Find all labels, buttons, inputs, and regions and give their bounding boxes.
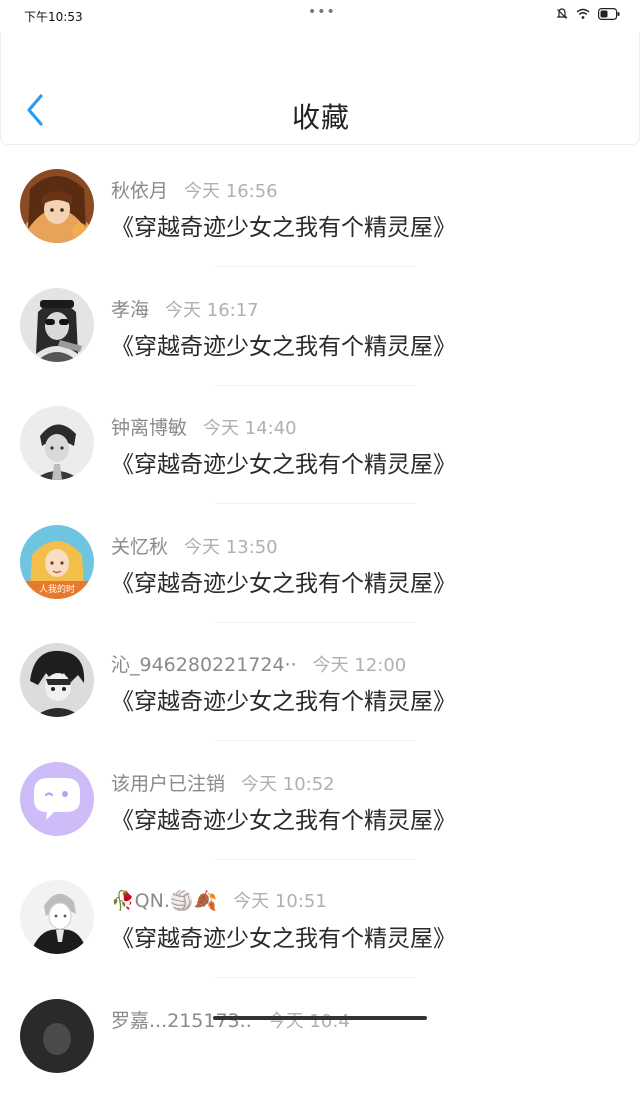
divider	[215, 385, 415, 386]
home-indicator[interactable]	[213, 1016, 427, 1020]
avatar-bw-sketch-icon	[20, 880, 94, 954]
list-item[interactable]: 该用户已注销今天 10:52 《穿越奇迹少女之我有个精灵屋》	[0, 743, 640, 862]
list-item[interactable]: 人我的时 关忆秋今天 13:50 《穿越奇迹少女之我有个精灵屋》	[0, 506, 640, 625]
user-name[interactable]: 🥀QN.🏐🍂	[111, 890, 217, 912]
avatar-bw-sunglasses-icon	[20, 288, 94, 362]
divider	[215, 622, 415, 623]
divider	[215, 266, 415, 267]
list-item[interactable]: 孝海今天 16:17 《穿越奇迹少女之我有个精灵屋》	[0, 269, 640, 388]
nav-header: 收藏	[0, 32, 640, 145]
book-title[interactable]: 《穿越奇迹少女之我有个精灵屋》	[111, 682, 456, 716]
avatar[interactable]	[20, 643, 94, 717]
list-item[interactable]: 沁_946280221724·· 今天 12:00 《穿越奇迹少女之我有个精灵屋》	[0, 624, 640, 743]
timestamp: 今天 16:56	[184, 181, 278, 202]
book-title[interactable]: 《穿越奇迹少女之我有个精灵屋》	[111, 208, 456, 242]
user-name[interactable]: 罗嘉...215173..	[111, 1010, 252, 1032]
item-meta: 孝海今天 16:17	[111, 295, 259, 322]
user-name[interactable]: 秋依月	[111, 180, 168, 202]
timestamp: 今天 10:52	[241, 774, 335, 795]
avatar[interactable]	[20, 880, 94, 954]
avatar-girl-anime-icon	[20, 169, 94, 243]
user-name[interactable]: 该用户已注销	[111, 773, 225, 795]
divider	[215, 740, 415, 741]
divider	[215, 977, 415, 978]
mute-bell-icon	[556, 8, 568, 20]
user-name[interactable]: 钟离博敏	[111, 417, 187, 439]
list-item-partial[interactable]: 罗嘉...215173.. 今天 10:4	[0, 980, 640, 1098]
avatar-blonde-girl-icon: 人我的时	[20, 525, 94, 599]
item-meta: 钟离博敏今天 14:40	[111, 413, 297, 440]
list-item[interactable]: 钟离博敏今天 14:40 《穿越奇迹少女之我有个精灵屋》	[0, 387, 640, 506]
avatar[interactable]	[20, 999, 94, 1073]
status-bar: 下午10:53 •••	[0, 0, 640, 32]
item-meta: 沁_946280221724·· 今天 12:00	[111, 650, 406, 677]
avatar-default-purple-icon	[20, 762, 94, 836]
page-title: 收藏	[1, 96, 640, 136]
avatar-dark-icon	[20, 999, 94, 1073]
avatar[interactable]	[20, 406, 94, 480]
status-icons	[556, 8, 620, 20]
item-meta: 秋依月今天 16:56	[111, 176, 278, 203]
wifi-icon	[576, 8, 590, 20]
divider	[215, 859, 415, 860]
avatar-dark-anime-icon	[20, 643, 94, 717]
user-name[interactable]: 关忆秋	[111, 536, 168, 558]
book-title[interactable]: 《穿越奇迹少女之我有个精灵屋》	[111, 445, 456, 479]
status-time: 下午10:53	[24, 8, 83, 25]
avatar[interactable]	[20, 762, 94, 836]
timestamp: 今天 10:51	[233, 891, 327, 912]
avatar[interactable]	[20, 288, 94, 362]
user-name[interactable]: 沁_946280221724··	[111, 654, 297, 676]
item-meta: 该用户已注销今天 10:52	[111, 769, 335, 796]
user-name[interactable]: 孝海	[111, 299, 149, 321]
timestamp: 今天 12:00	[313, 655, 407, 676]
divider	[215, 503, 415, 504]
favorites-list: 秋依月今天 16:56 《穿越奇迹少女之我有个精灵屋》 孝海今天 16:17 《…	[0, 150, 640, 1098]
battery-icon	[598, 8, 620, 20]
avatar-bw-boy-icon	[20, 406, 94, 480]
timestamp: 今天 16:17	[165, 300, 259, 321]
book-title[interactable]: 《穿越奇迹少女之我有个精灵屋》	[111, 564, 456, 598]
item-meta: 🥀QN.🏐🍂 今天 10:51	[111, 887, 327, 913]
list-item[interactable]: 秋依月今天 16:56 《穿越奇迹少女之我有个精灵屋》	[0, 150, 640, 269]
book-title[interactable]: 《穿越奇迹少女之我有个精灵屋》	[111, 919, 456, 953]
avatar[interactable]	[20, 169, 94, 243]
book-title[interactable]: 《穿越奇迹少女之我有个精灵屋》	[111, 801, 456, 835]
book-title[interactable]: 《穿越奇迹少女之我有个精灵屋》	[111, 327, 456, 361]
item-meta: 关忆秋今天 13:50	[111, 532, 278, 559]
multitask-dots-icon[interactable]: •••	[308, 4, 336, 20]
list-item[interactable]: 🥀QN.🏐🍂 今天 10:51 《穿越奇迹少女之我有个精灵屋》	[0, 861, 640, 980]
avatar[interactable]: 人我的时	[20, 525, 94, 599]
timestamp: 今天 10:4	[268, 1011, 350, 1032]
avatar-caption: 人我的时	[39, 583, 75, 595]
timestamp: 今天 13:50	[184, 537, 278, 558]
timestamp: 今天 14:40	[203, 418, 297, 439]
